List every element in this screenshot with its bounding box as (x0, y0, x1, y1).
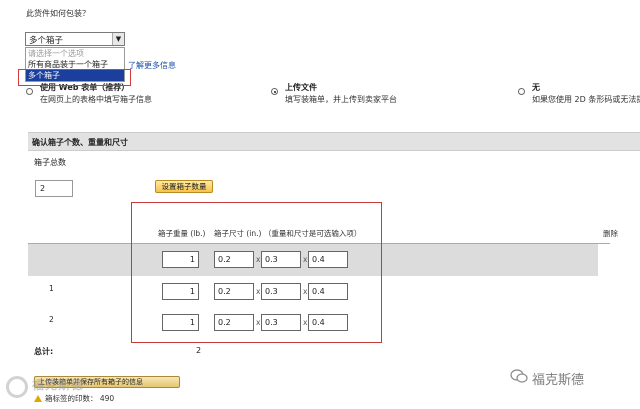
packing-select[interactable]: 多个箱子 ▼ (25, 32, 125, 46)
radio-title: 上传文件 (285, 83, 317, 92)
watermark-text-right: 福克斯德 (532, 373, 585, 388)
radio-circle[interactable] (518, 88, 525, 95)
panel-title: 确认箱子个数、重量和尺寸 (28, 133, 640, 151)
annotation-box (131, 202, 382, 343)
annotation-highlight (18, 69, 131, 86)
learn-more-link[interactable]: 了解更多信息 (128, 60, 176, 71)
radio-circle-checked[interactable] (271, 88, 278, 95)
radio-circle[interactable] (26, 88, 33, 95)
question-label: 此货件如何包装？ (26, 9, 90, 18)
label-count-text: 箱标签的印数： 490 (45, 394, 115, 403)
total-label: 总计: (34, 347, 54, 356)
column-header-delete: 删除 (603, 229, 618, 238)
radio-title: 无 (532, 83, 540, 92)
total-value: 2 (196, 346, 202, 355)
row-label: 1 (49, 284, 54, 293)
warning-icon (34, 395, 42, 402)
wechat-icon (510, 369, 528, 383)
row-label: 2 (49, 315, 54, 324)
radio-subtitle: 填写装箱单，并上传到卖家平台 (285, 95, 397, 104)
set-box-count-button[interactable]: 设置箱子数量 (155, 180, 213, 193)
radio-subtitle: 在网页上的表格中填写箱子信息 (40, 95, 152, 104)
packing-select-value: 多个箱子 (29, 36, 64, 46)
box-count-label: 箱子总数 (34, 158, 66, 167)
dropdown-option[interactable]: 请选择一个选项 (26, 48, 124, 59)
radio-subtitle: 如果您使用 2D 条形码或无法提 (532, 95, 640, 104)
watermark-logo-icon (6, 376, 28, 398)
box-count-input[interactable]: 2 (35, 180, 73, 197)
label-count-notice: 箱标签的印数： 490 (34, 393, 114, 404)
chevron-down-icon[interactable]: ▼ (112, 33, 124, 45)
watermark-text-left: 福克斯德 (32, 378, 85, 392)
